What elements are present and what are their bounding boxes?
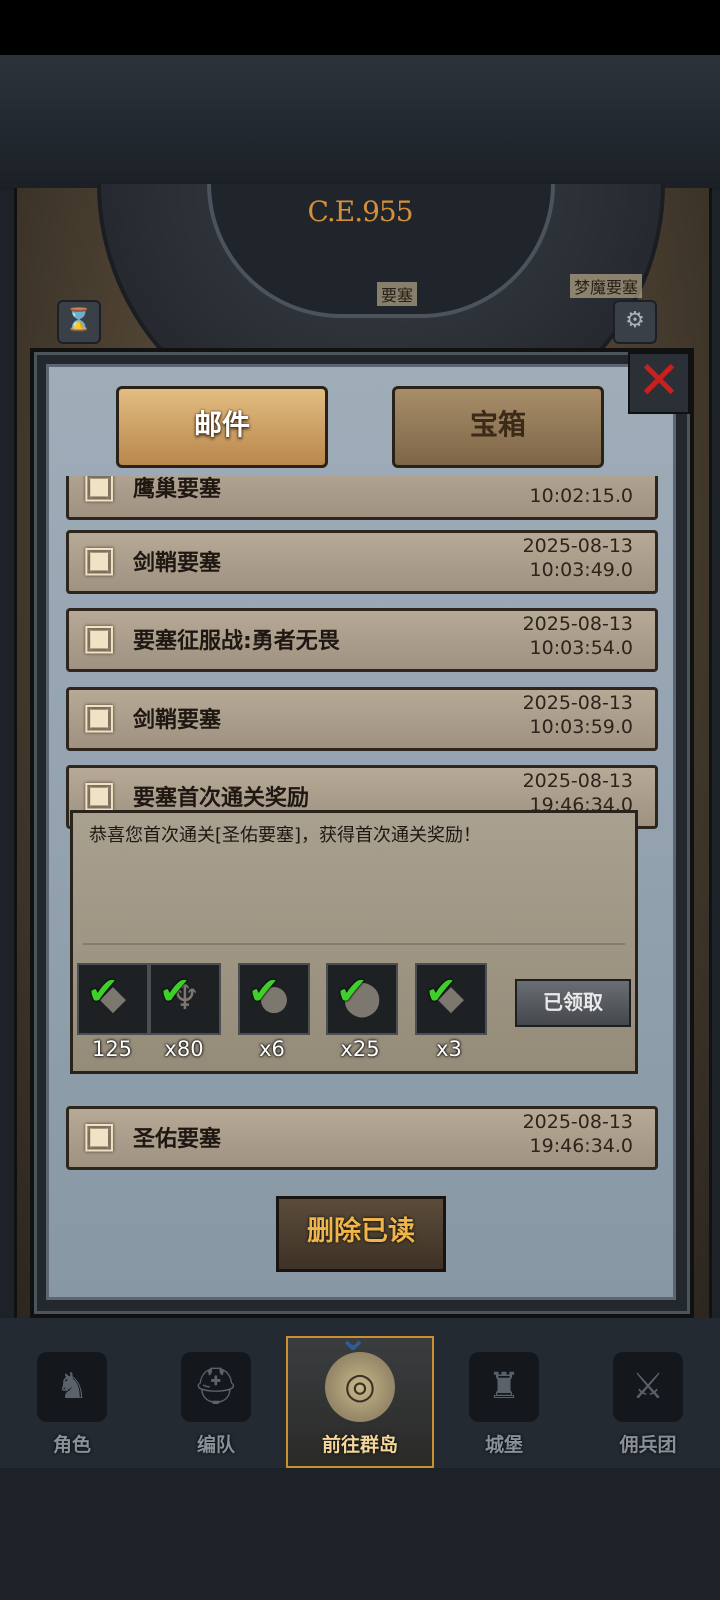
map-label-fortress[interactable]: 要塞	[377, 282, 418, 306]
helmet-icon: ⛑	[181, 1352, 251, 1422]
mail-date: 2025-08-13	[522, 1111, 633, 1133]
mail-message: 恭喜您首次通关[圣佑要塞]，获得首次通关奖励！	[89, 825, 482, 846]
chest-icon: ▣	[81, 696, 116, 737]
reward-count: x3	[436, 1037, 462, 1061]
reward-count: x6	[259, 1037, 285, 1061]
nav-label: 前往群岛	[321, 1434, 398, 1456]
nav-islands[interactable]: ⌄ ◎ 前往群岛	[286, 1318, 434, 1468]
reward-count: x25	[340, 1037, 380, 1061]
nav-label: 佣兵团	[619, 1434, 677, 1456]
knight-icon: ♞	[37, 1352, 107, 1422]
check-icon: ✔	[425, 969, 457, 1013]
status-bar	[0, 0, 720, 55]
ore-icon[interactable]: ◆ ✔	[77, 963, 149, 1035]
background-upper	[0, 55, 720, 190]
mail-time: 10:02:15.0	[529, 485, 633, 507]
goblet-icon[interactable]: ♆ ✔	[149, 963, 221, 1035]
mail-row[interactable]: ▣ 鹰巢要塞 10:02:15.0	[66, 476, 658, 520]
mail-title: 圣佑要塞	[133, 1127, 222, 1152]
mail-title: 剑鞘要塞	[133, 708, 222, 733]
mail-date: 2025-08-13	[522, 535, 633, 557]
mail-title: 剑鞘要塞	[133, 551, 222, 576]
mail-list[interactable]: ▣ 鹰巢要塞 10:02:15.0 ▣ 剑鞘要塞 2025-08-13 10:0…	[62, 476, 662, 1188]
bottom-nav: ♞ 角色 ⛑ 编队 ⌄ ◎ 前往群岛 ♜ 城堡 ⚔ 佣兵团	[0, 1318, 720, 1468]
mail-time: 19:46:34.0	[529, 1135, 633, 1157]
chest-icon: ▣	[81, 539, 116, 580]
stone-icon[interactable]: ● ✔	[238, 963, 310, 1035]
check-icon: ✔	[248, 969, 280, 1013]
tab-mail[interactable]: 邮件	[116, 386, 328, 468]
nav-label: 角色	[52, 1434, 91, 1456]
mail-title: 要塞首次通关奖励	[133, 786, 310, 811]
nav-formation[interactable]: ⛑ 编队	[144, 1338, 288, 1466]
rock-pile-icon[interactable]: ⬤ ✔	[326, 963, 398, 1035]
era-label: C.E.955	[307, 195, 413, 228]
mail-time: 10:03:54.0	[529, 637, 633, 659]
check-icon: ✔	[336, 969, 368, 1013]
mail-detail: 恭喜您首次通关[圣佑要塞]，获得首次通关奖励！ ◆ ✔ 125 ♆ ✔ x80 ● ✔…	[70, 810, 638, 1074]
mail-date: 2025-08-13	[522, 770, 633, 792]
ore-chunk-icon[interactable]: ◆ ✔	[415, 963, 487, 1035]
mail-time: 10:03:49.0	[529, 559, 633, 581]
mail-row[interactable]: ▣ 剑鞘要塞 2025-08-13 10:03:59.0	[66, 687, 658, 751]
claimed-button[interactable]: 已领取	[515, 979, 631, 1027]
mail-date: 2025-08-13	[522, 613, 633, 635]
hourglass-icon[interactable]: ⌛	[57, 300, 101, 344]
mail-title: 鹰巢要塞	[133, 477, 222, 502]
mail-row[interactable]: ▣ 圣佑要塞 2025-08-13 19:46:34.0	[66, 1106, 658, 1170]
map-label-nightmare-fortress[interactable]: 梦魔要塞	[570, 274, 643, 298]
mail-row[interactable]: ▣ 剑鞘要塞 2025-08-13 10:03:49.0	[66, 530, 658, 594]
gear-icon[interactable]: ⚙	[613, 300, 657, 344]
globe-icon: ◎	[325, 1352, 395, 1422]
mail-title: 要塞征服战:勇者无畏	[133, 629, 340, 654]
tab-chest[interactable]: 宝箱	[392, 386, 604, 468]
close-icon[interactable]: ✕	[628, 352, 690, 414]
chest-icon: ▣	[81, 617, 116, 658]
nav-label: 编队	[196, 1434, 235, 1456]
chest-icon: ▣	[81, 1115, 116, 1156]
check-icon: ✔	[87, 969, 119, 1013]
reward-count: x80	[164, 1037, 204, 1061]
bottom-background	[0, 1468, 720, 1600]
nav-mercenary[interactable]: ⚔ 佣兵团	[576, 1338, 720, 1466]
check-icon: ✔	[159, 969, 191, 1013]
mail-date: 2025-08-13	[522, 692, 633, 714]
mail-time: 10:03:59.0	[529, 716, 633, 738]
nav-castle[interactable]: ♜ 城堡	[432, 1338, 576, 1466]
mercenary-icon: ⚔	[613, 1352, 683, 1422]
chest-icon: ▣	[81, 476, 116, 506]
reward-count: 125	[91, 1037, 133, 1061]
divider	[83, 943, 625, 945]
nav-label: 城堡	[484, 1434, 523, 1456]
delete-read-button[interactable]: 删除已读	[276, 1196, 446, 1272]
mail-row[interactable]: ▣ 要塞征服战:勇者无畏 2025-08-13 10:03:54.0	[66, 608, 658, 672]
nav-character[interactable]: ♞ 角色	[0, 1338, 144, 1466]
castle-icon: ♜	[469, 1352, 539, 1422]
